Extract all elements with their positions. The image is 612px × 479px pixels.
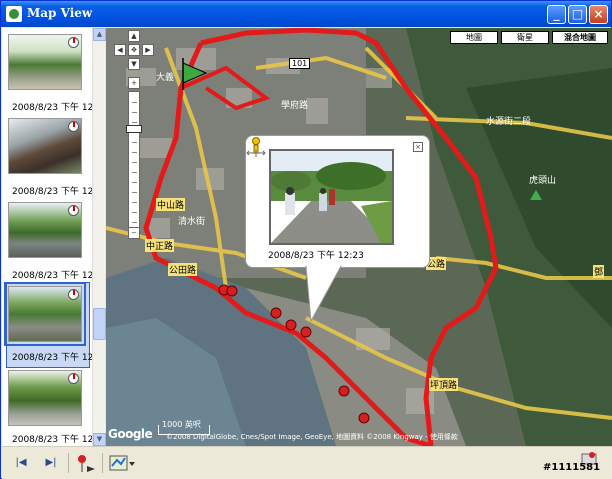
photo-thumbnail-5[interactable] (8, 370, 82, 426)
road-label: 公田路 (168, 263, 198, 276)
zoom-slider-handle[interactable] (126, 125, 142, 133)
photo-list: 2008/8/23 下午 12:19 2008/8/23 下午 12:21 20… (2, 28, 105, 446)
zoom-out-icon[interactable]: − (128, 227, 140, 239)
popup-caption: 2008/8/23 下午 12:23 (268, 251, 364, 261)
map-type-satellite-button[interactable]: 衛星 (501, 31, 549, 44)
close-button[interactable]: × (589, 5, 608, 24)
road-label: 清水街 (178, 217, 206, 227)
map-route-dropdown-icon[interactable] (108, 452, 136, 474)
pan-down-icon[interactable]: ▼ (128, 58, 140, 70)
photo-info-popup: × 2008/8/23 下午 12:23 (245, 135, 430, 268)
zoom-in-icon[interactable]: + (128, 77, 140, 89)
add-marker-icon[interactable] (74, 452, 96, 474)
zoom-slider-track[interactable] (128, 91, 140, 231)
minimize-button[interactable]: _ (547, 5, 566, 24)
road-label: 中山路 (156, 198, 186, 211)
photo-list-scrollbar[interactable]: ▲ ▼ (92, 28, 106, 446)
scroll-down-arrow-icon[interactable]: ▼ (93, 433, 106, 446)
road-label: 101 (289, 58, 311, 69)
window-title: Map View (27, 6, 93, 20)
popup-photo[interactable] (269, 149, 394, 245)
popup-pointer (305, 266, 342, 323)
maximize-button[interactable]: □ (568, 5, 587, 24)
app-icon (6, 6, 22, 22)
pan-right-icon[interactable]: ▶ (142, 44, 154, 56)
street-view-pegman-icon[interactable] (246, 136, 266, 158)
photo-thumbnail-4[interactable] (4, 282, 86, 346)
road-label: 虎頭山 (529, 176, 557, 186)
map-type-hybrid-button[interactable]: 混合地圖 (552, 31, 608, 44)
compass-icon (68, 373, 79, 384)
map-view[interactable]: 中正路 公田路 清水街 水源街二段 學府路 中山路 大義 101 坪頂路 虎頭山… (106, 28, 612, 446)
popup-close-icon[interactable]: × (413, 142, 423, 152)
road-label: 中正路 (145, 239, 175, 252)
road-label: 坪頂路 (429, 378, 459, 391)
map-copyright[interactable]: ©2008 DigitalGlobe, Cnes/Spot Image, Geo… (166, 432, 458, 442)
scrollbar-thumb[interactable] (93, 308, 106, 340)
pan-center-icon[interactable]: ✥ (128, 44, 140, 56)
map-type-map-button[interactable]: 地圖 (450, 31, 498, 44)
compass-icon (68, 37, 79, 48)
title-bar[interactable]: Map View _ □ × (1, 1, 611, 27)
photo-thumbnail-1[interactable] (8, 34, 82, 90)
compass-icon (68, 121, 79, 132)
photo-thumbnail-2[interactable] (8, 118, 82, 174)
road-label: 鄧 (593, 265, 605, 278)
pan-up-icon[interactable]: ▲ (128, 30, 140, 42)
bottom-toolbar: |◀ ▶| (2, 446, 612, 479)
google-logo[interactable]: Google (108, 427, 153, 441)
photo-thumbnail-3[interactable] (8, 202, 82, 258)
pan-left-icon[interactable]: ◀ (114, 44, 126, 56)
last-photo-button[interactable]: ▶| (40, 452, 62, 474)
map-view-window: Map View _ □ × 2008/8/23 下午 12:19 2008/8… (0, 0, 612, 479)
first-photo-button[interactable]: |◀ (10, 452, 32, 474)
road-label: 學府路 (281, 101, 309, 111)
compass-icon (68, 289, 79, 300)
scroll-up-arrow-icon[interactable]: ▲ (93, 28, 106, 41)
road-label: 水源街二段 (486, 117, 532, 127)
compass-icon (68, 205, 79, 216)
watermark-text: #1111581 (543, 462, 601, 473)
road-label: 大義 (156, 73, 175, 83)
